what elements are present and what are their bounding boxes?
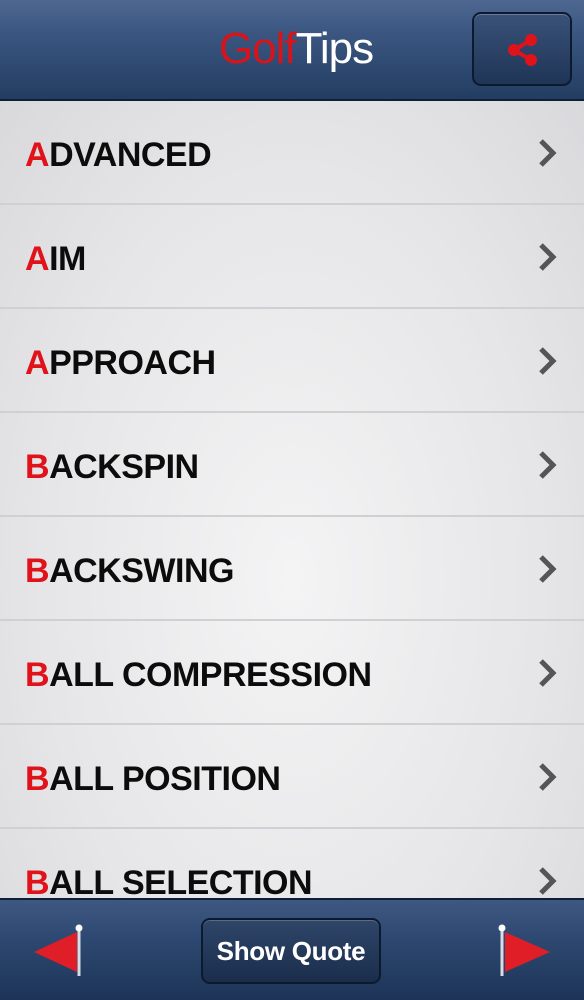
chevron-right-icon <box>539 243 557 271</box>
footer-bar: Show Quote <box>0 898 584 1000</box>
flag-right-arrow-icon[interactable] <box>498 922 552 978</box>
list-item-ball-selection[interactable]: BALL SELECTION <box>0 829 584 898</box>
share-button[interactable] <box>472 12 572 86</box>
list-item-initial: B <box>25 656 50 694</box>
chevron-right-icon <box>539 347 557 375</box>
list-item-label: BALL POSITION <box>25 759 281 799</box>
chevron-right-icon <box>539 139 557 167</box>
list-item-initial: A <box>25 344 50 382</box>
app-screen: GolfTips ADVANCED AIM APPROACH BACKSPIN <box>0 0 584 1000</box>
flag-left-arrow-icon[interactable] <box>32 922 84 978</box>
list-item-rest: ALL POSITION <box>49 760 281 798</box>
list-item-initial: B <box>25 448 50 486</box>
list-item-label: BACKSPIN <box>25 447 199 487</box>
list-item-ball-position[interactable]: BALL POSITION <box>0 725 584 829</box>
show-quote-button[interactable]: Show Quote <box>201 918 381 984</box>
list-item-backspin[interactable]: BACKSPIN <box>0 413 584 517</box>
chevron-right-icon <box>539 451 557 479</box>
list-item-rest: ALL SELECTION <box>49 864 313 898</box>
list-item-rest: ACKSPIN <box>49 448 199 486</box>
list-item-initial: B <box>25 760 50 798</box>
list-item-initial: A <box>25 136 50 174</box>
list-item-rest: DVANCED <box>49 136 212 174</box>
list-item-initial: B <box>25 864 50 898</box>
list-item-approach[interactable]: APPROACH <box>0 309 584 413</box>
header-bar: GolfTips <box>0 0 584 101</box>
list-item-ball-compression[interactable]: BALL COMPRESSION <box>0 621 584 725</box>
list-item-backswing[interactable]: BACKSWING <box>0 517 584 621</box>
list-item-initial: B <box>25 552 50 590</box>
list-item-rest: PPROACH <box>49 344 216 382</box>
list-item-initial: A <box>25 240 50 278</box>
chevron-right-icon <box>539 659 557 687</box>
chevron-right-icon <box>539 555 557 583</box>
tips-list: ADVANCED AIM APPROACH BACKSPIN BACKSWING… <box>0 101 584 898</box>
app-title-golf: Golf <box>218 24 297 73</box>
list-item-label: BALL COMPRESSION <box>25 655 372 695</box>
list-item-label: BACKSWING <box>25 551 234 591</box>
list-item-label: APPROACH <box>25 343 216 383</box>
app-title-tips: Tips <box>295 24 374 73</box>
list-item-label: BALL SELECTION <box>25 863 313 898</box>
list-item-rest: IM <box>49 240 86 278</box>
list-item-label: ADVANCED <box>25 135 212 175</box>
list-item-advanced[interactable]: ADVANCED <box>0 101 584 205</box>
list-item-label: AIM <box>25 239 86 279</box>
share-icon <box>508 34 537 66</box>
list-item-aim[interactable]: AIM <box>0 205 584 309</box>
list-item-rest: ALL COMPRESSION <box>49 656 372 694</box>
chevron-right-icon <box>539 763 557 791</box>
chevron-right-icon <box>539 867 557 895</box>
list-item-rest: ACKSWING <box>49 552 234 590</box>
